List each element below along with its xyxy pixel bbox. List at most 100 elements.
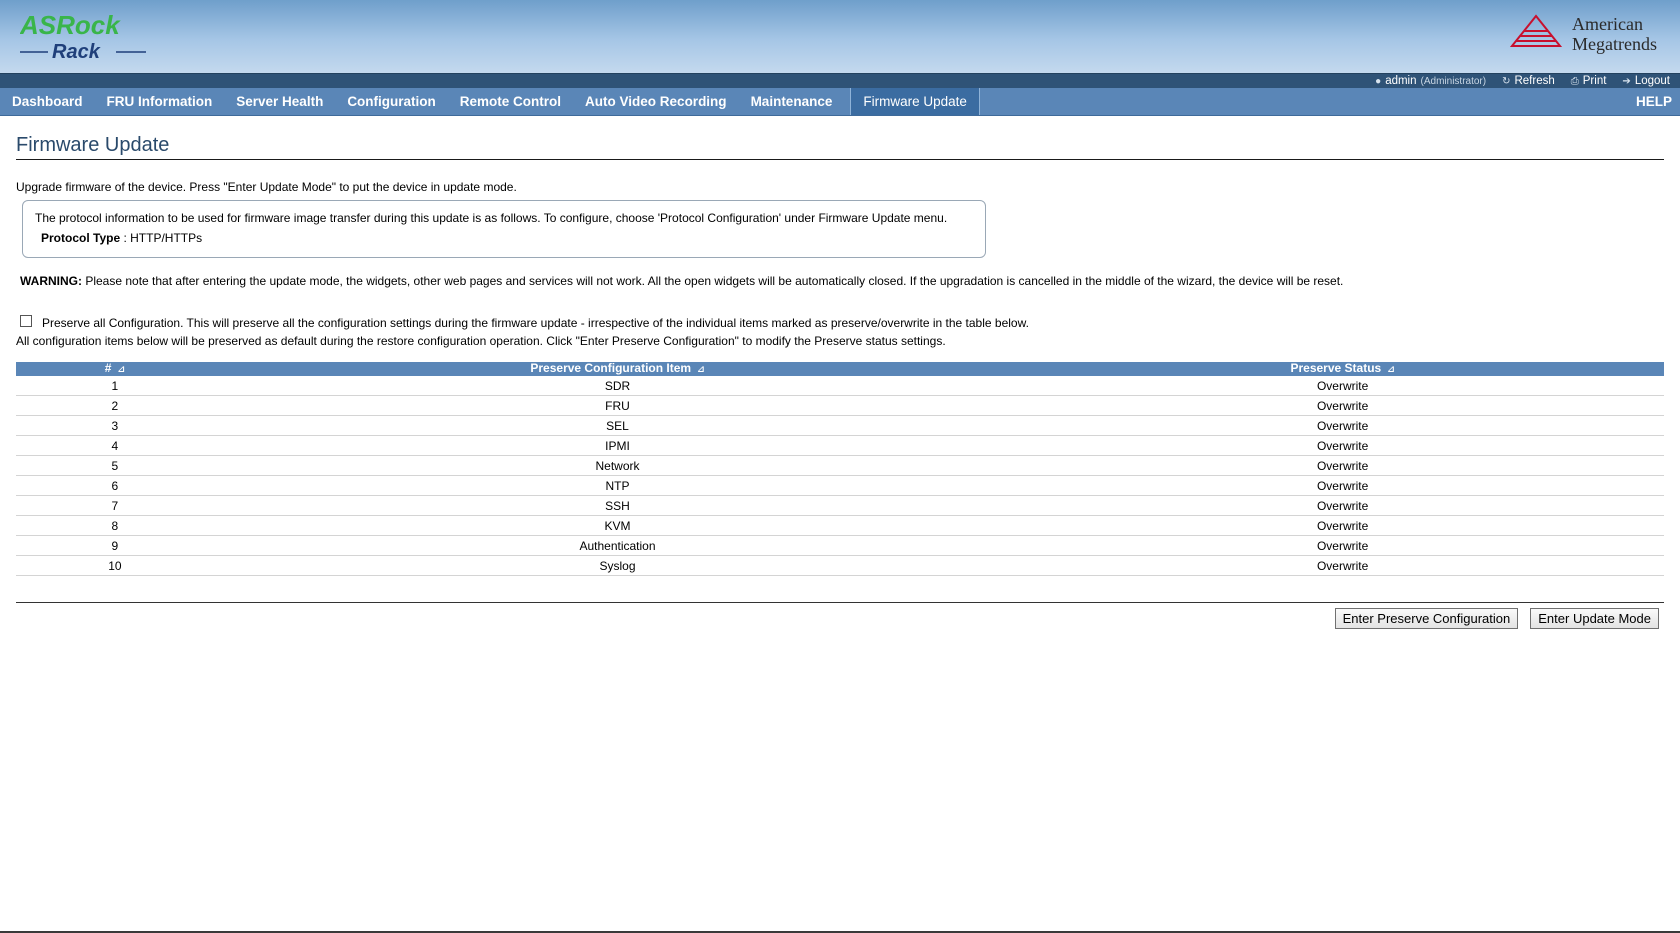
enter-preserve-configuration-button[interactable]: Enter Preserve Configuration [1334, 608, 1519, 629]
table-row[interactable]: 5 Network Overwrite [16, 455, 1664, 476]
row-number: 7 [16, 495, 214, 516]
column-header-number-label: # [104, 361, 112, 375]
ami-logo[interactable]: American Megatrends [1510, 14, 1670, 56]
row-number: 2 [16, 395, 214, 416]
table-row[interactable]: 10 Syslog Overwrite [16, 555, 1664, 576]
table-header-row: # ⊿ Preserve Configuration Item ⊿ Preserve… [16, 362, 1664, 376]
table-row[interactable]: 1 SDR Overwrite [16, 376, 1664, 396]
nav-firmware-update[interactable]: Firmware Update [850, 88, 980, 115]
nav-configuration[interactable]: Configuration [335, 88, 447, 115]
row-item: Authentication [213, 535, 1022, 556]
nav-auto-video-recording[interactable]: Auto Video Recording [573, 88, 739, 115]
column-header-number[interactable]: # ⊿ [16, 362, 214, 376]
nav-maintenance[interactable]: Maintenance [739, 88, 845, 115]
table-row[interactable]: 8 KVM Overwrite [16, 515, 1664, 536]
asrock-rack-logo[interactable]: ASRock Rack [20, 10, 160, 66]
intro-text: Upgrade firmware of the device. Press "E… [16, 180, 517, 194]
utility-bar: ● admin (Administrator) ↻ Refresh ⎙ Prin… [0, 73, 1680, 88]
row-status: Overwrite [1021, 395, 1664, 416]
row-number: 1 [16, 376, 214, 396]
row-number: 3 [16, 415, 214, 436]
column-header-item-label: Preserve Configuration Item [530, 361, 692, 375]
row-item: SDR [213, 376, 1022, 396]
header-banner: ASRock Rack American Megatrends [0, 0, 1680, 73]
ami-text-american: American [1572, 14, 1643, 34]
refresh-label: Refresh [1514, 75, 1555, 87]
protocol-type-row: Protocol Type : HTTP/HTTPs [35, 231, 973, 245]
help-link[interactable]: HELP [1636, 88, 1672, 115]
refresh-link[interactable]: ↻ Refresh [1502, 75, 1555, 87]
row-item: SSH [213, 495, 1022, 516]
table-row[interactable]: 3 SEL Overwrite [16, 415, 1664, 436]
table-row[interactable]: 2 FRU Overwrite [16, 395, 1664, 416]
logout-icon: ➔ [1622, 75, 1631, 87]
preserve-all-checkbox[interactable] [20, 315, 32, 327]
row-item: Syslog [213, 555, 1022, 576]
logout-label: Logout [1634, 75, 1670, 87]
table-row[interactable]: 4 IPMI Overwrite [16, 435, 1664, 456]
enter-update-mode-button[interactable]: Enter Update Mode [1530, 608, 1659, 629]
row-item: FRU [213, 395, 1022, 416]
print-label: Print [1582, 75, 1607, 87]
nav-server-health[interactable]: Server Health [224, 88, 335, 115]
row-status: Overwrite [1021, 495, 1664, 516]
protocol-info-box: The protocol information to be used for … [22, 200, 986, 258]
print-link[interactable]: ⎙ Print [1571, 75, 1607, 87]
table-row[interactable]: 7 SSH Overwrite [16, 495, 1664, 516]
column-header-item[interactable]: Preserve Configuration Item ⊿ [213, 361, 1022, 376]
action-buttons: Enter Preserve Configuration Enter Updat… [16, 608, 1664, 629]
nav-dashboard[interactable]: Dashboard [0, 88, 95, 115]
logo-text-rack: Rack [52, 41, 101, 63]
column-header-status[interactable]: Preserve Status ⊿ [1021, 362, 1664, 376]
protocol-type-value: : HTTP/HTTPs [123, 231, 203, 245]
row-item: NTP [213, 475, 1022, 496]
sort-icon: ⊿ [697, 364, 705, 374]
row-status: Overwrite [1021, 515, 1664, 536]
user-info: ● admin (Administrator) [1375, 75, 1486, 87]
sort-icon: ⊿ [117, 364, 125, 374]
user-icon: ● [1375, 75, 1382, 87]
print-icon: ⎙ [1570, 75, 1579, 87]
column-header-status-label: Preserve Status [1290, 361, 1382, 375]
default-preserve-note: All configuration items below will be pr… [16, 334, 946, 348]
row-item: SEL [213, 415, 1022, 436]
sort-icon: ⊿ [1387, 364, 1395, 374]
row-number: 5 [16, 455, 214, 476]
preserve-all-label: Preserve all Configuration. This will pr… [42, 316, 1029, 330]
warning-text: Please note that after entering the upda… [82, 274, 1344, 288]
protocol-type-label: Protocol Type [41, 231, 121, 245]
logout-link[interactable]: ➔ Logout [1622, 75, 1670, 87]
user-role: (Administrator) [1420, 75, 1487, 87]
protocol-info-text: The protocol information to be used for … [35, 211, 948, 225]
table-row[interactable]: 6 NTP Overwrite [16, 475, 1664, 496]
warning-label: WARNING: [20, 274, 82, 288]
preserve-config-table: # ⊿ Preserve Configuration Item ⊿ Preserve… [16, 362, 1664, 576]
row-item: Network [213, 455, 1022, 476]
refresh-icon: ↻ [1502, 75, 1511, 87]
nav-fru-information[interactable]: FRU Information [95, 88, 225, 115]
row-number: 4 [16, 435, 214, 456]
user-name: admin [1385, 75, 1417, 87]
row-status: Overwrite [1021, 435, 1664, 456]
row-status: Overwrite [1021, 415, 1664, 436]
logo-text-asrock: ASRock [20, 10, 121, 40]
main-content: Firmware Update Upgrade firmware of the … [0, 116, 1680, 629]
main-nav: Dashboard FRU Information Server Health … [0, 88, 1680, 116]
row-status: Overwrite [1021, 376, 1664, 396]
row-status: Overwrite [1021, 455, 1664, 476]
preserve-all-row: Preserve all Configuration. This will pr… [20, 315, 1664, 330]
table-row[interactable]: 9 Authentication Overwrite [16, 535, 1664, 556]
page-title: Firmware Update [16, 116, 1664, 160]
row-number: 9 [16, 535, 214, 556]
row-number: 10 [16, 555, 214, 576]
row-item: IPMI [213, 435, 1022, 456]
ami-triangle-icon [1510, 14, 1563, 47]
row-item: KVM [213, 515, 1022, 536]
row-status: Overwrite [1021, 535, 1664, 556]
row-number: 8 [16, 515, 214, 536]
row-status: Overwrite [1021, 555, 1664, 576]
row-number: 6 [16, 475, 214, 496]
nav-remote-control[interactable]: Remote Control [448, 88, 573, 115]
row-status: Overwrite [1021, 475, 1664, 496]
warning-message: WARNING: Please note that after entering… [20, 274, 1664, 288]
